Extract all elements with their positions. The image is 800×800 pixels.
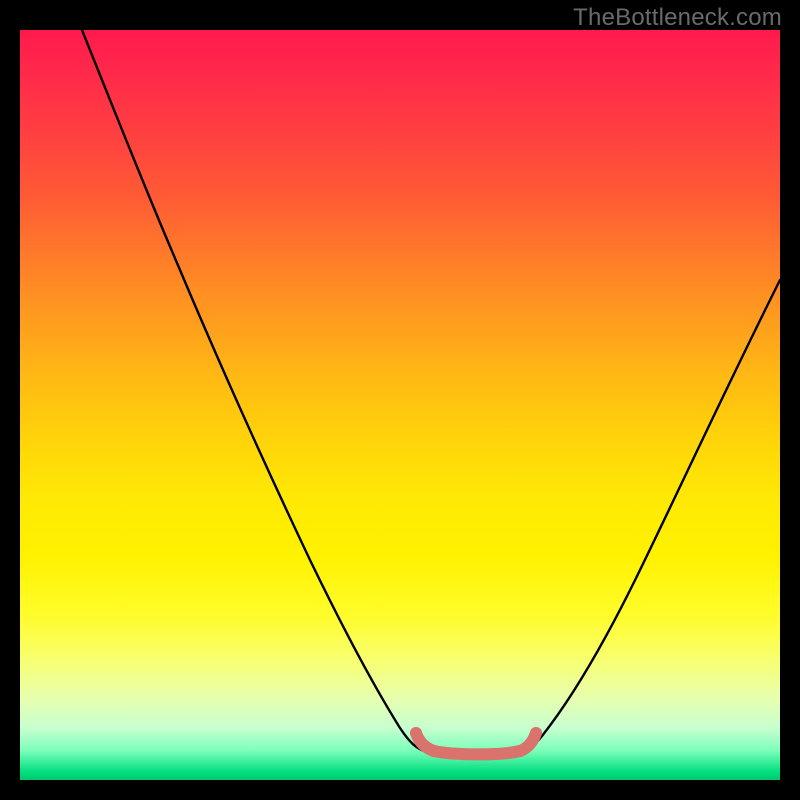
plot-area (20, 30, 780, 780)
highlight-band (410, 727, 542, 757)
watermark-label: TheBottleneck.com (573, 4, 782, 32)
chart-frame: TheBottleneck.com (0, 0, 800, 800)
bottleneck-curve (82, 30, 780, 755)
curve-svg (20, 30, 780, 780)
